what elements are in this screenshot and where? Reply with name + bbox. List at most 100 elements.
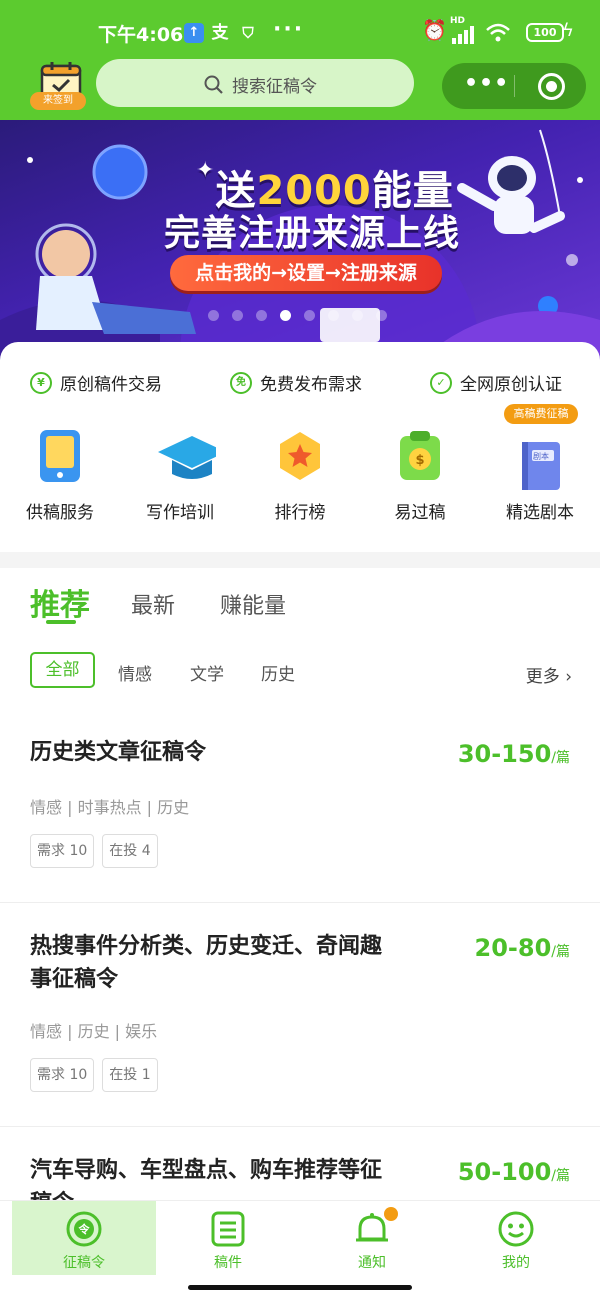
price-unit: /篇 [551, 944, 570, 960]
post-price: 20-80/篇 [475, 934, 570, 962]
tab-recommend[interactable]: 推荐 [30, 580, 90, 624]
main-tabs: 推荐 最新 赚能量 [0, 578, 600, 628]
bottom-nav: 令 征稿令 稿件 通知 我的 [0, 1200, 600, 1275]
alarm-icon: ⏰ [422, 18, 447, 42]
star-badge-icon [280, 432, 320, 480]
battery-indicator: 100 [526, 23, 564, 42]
section-spacer [0, 552, 600, 568]
post-stats: 需求 10 在投 1 [30, 1058, 158, 1092]
nav-label: 征稿令 [63, 1255, 105, 1271]
charging-icon: ϟ [562, 20, 574, 41]
service-training[interactable]: 写作培训 [120, 422, 240, 532]
shield-icon: ⛉ [242, 24, 254, 42]
tab-active-indicator [46, 620, 76, 624]
price-value: 30-150 [457, 740, 552, 768]
feature-label: 全网原创认证 [460, 375, 562, 395]
pagination-dot[interactable] [232, 310, 243, 321]
feature-strip: ¥ 原创稿件交易 免 免费发布需求 ✓ 全网原创认证 [0, 370, 600, 398]
post-categories: 情感 | 历史 | 娱乐 [30, 1022, 158, 1041]
free-icon: 免 [230, 371, 252, 394]
manuscript-icon [211, 1211, 245, 1247]
search-placeholder: 搜索征稿令 [232, 77, 317, 97]
price-value: 20-80 [474, 934, 552, 962]
script-book-icon [522, 442, 560, 490]
filter-history[interactable]: 历史 [261, 660, 295, 685]
high-fee-badge: 高稿费征稿 [504, 404, 578, 424]
more-label: 更多 [525, 667, 560, 687]
nav-label: 稿件 [214, 1255, 242, 1271]
demand-chip: 需求 10 [30, 1058, 95, 1092]
tab-latest[interactable]: 最新 [131, 588, 175, 620]
list-divider [0, 1126, 600, 1127]
more-categories-button[interactable]: 更多 › [526, 662, 572, 687]
service-ranking[interactable]: 排行榜 [240, 422, 360, 532]
wifi-icon [486, 23, 510, 42]
header-bar: 下午4:06 ↑ 支 ⛉ ··· ⏰ HD 100 ϟ 来签到 搜索征稿令 ••… [0, 0, 600, 120]
filter-literature[interactable]: 文学 [190, 660, 224, 685]
script-book-label: 剧本 [533, 452, 549, 461]
post-price: 30-150/篇 [458, 740, 570, 768]
checkin-label[interactable]: 来签到 [30, 92, 86, 110]
nav-notifications[interactable]: 通知 [300, 1201, 444, 1275]
chevron-right-icon: › [565, 667, 572, 687]
feature-certify: ✓ 全网原创认证 [430, 370, 562, 395]
list-divider [0, 902, 600, 903]
nav-label: 我的 [502, 1255, 530, 1271]
pagination-dot[interactable] [304, 310, 315, 321]
nav-call-for-papers[interactable]: 令 征稿令 [12, 1201, 156, 1275]
banner-cta[interactable]: 点击我的→设置→注册来源 [170, 255, 442, 291]
feature-free-post: 免 免费发布需求 [230, 370, 362, 395]
search-icon [204, 75, 223, 94]
pagination-dot[interactable] [256, 310, 267, 321]
service-label: 写作培训 [146, 503, 214, 523]
money-clipboard-icon: $ [400, 431, 440, 480]
call-for-papers-icon: 令 [66, 1211, 102, 1247]
post-card[interactable]: 热搜事件分析类、历史变迁、奇闻趣事征稿令 20-80/篇 情感 | 历史 | 娱… [0, 930, 600, 1110]
upload-icon: ↑ [184, 23, 204, 43]
shield-check-icon: ✓ [430, 371, 452, 394]
post-card[interactable]: 汽车导购、车型盘点、购车推荐等征稿令 50-100/篇 [0, 1154, 600, 1200]
demand-chip: 需求 10 [30, 834, 95, 868]
banner-sparkle-icon: ✦ [196, 158, 216, 183]
post-card[interactable]: 历史类文章征稿令 30-150/篇 情感 | 时事热点 | 历史 需求 10 在… [0, 736, 600, 896]
service-scripts[interactable]: 剧本 精选剧本 [480, 422, 600, 532]
pagination-dot[interactable] [208, 310, 219, 321]
pagination-dot[interactable] [328, 310, 339, 321]
service-label: 排行榜 [274, 503, 326, 523]
alipay-icon: 支 [211, 23, 229, 43]
post-price: 50-100/篇 [458, 1158, 570, 1186]
more-options-icon[interactable]: ••• [464, 71, 509, 96]
price-unit: /篇 [551, 750, 570, 766]
price-value: 50-100 [457, 1158, 552, 1186]
service-label: 供稿服务 [26, 503, 94, 523]
service-easy-pass[interactable]: $ 易过稿 [360, 422, 480, 532]
feature-label: 原创稿件交易 [60, 375, 162, 395]
submitted-chip: 在投 4 [102, 834, 158, 868]
feature-trade: ¥ 原创稿件交易 [30, 370, 162, 395]
price-unit: /篇 [551, 1168, 570, 1184]
status-bar: 下午4:06 ↑ 支 ⛉ ··· ⏰ HD 100 ϟ [0, 16, 600, 52]
pagination-dot[interactable] [376, 310, 387, 321]
yuan-icon: ¥ [30, 371, 52, 394]
status-more-icon: ··· [273, 17, 305, 42]
search-bar[interactable]: 搜索征稿令 [96, 59, 414, 107]
nav-profile[interactable]: 我的 [444, 1201, 588, 1275]
home-indicator [188, 1285, 412, 1290]
promo-banner[interactable]: ✦送2000能量 完善注册来源上线 点击我的→设置→注册来源 [0, 120, 600, 360]
tab-earn-energy[interactable]: 赚能量 [220, 588, 286, 620]
filter-emotion[interactable]: 情感 [118, 660, 152, 685]
pagination-dot[interactable] [280, 310, 291, 321]
close-miniprogram-icon[interactable] [538, 73, 565, 100]
svg-text:令: 令 [78, 1222, 91, 1236]
service-supply[interactable]: 供稿服务 [0, 422, 120, 532]
feature-label: 免费发布需求 [260, 375, 362, 395]
service-label: 易过稿 [394, 503, 446, 523]
signal-icon [452, 26, 474, 44]
notification-dot [384, 1207, 398, 1221]
banner-subheadline: 完善注册来源上线 [164, 213, 461, 254]
service-label: 精选剧本 [506, 503, 574, 523]
filter-all[interactable]: 全部 [30, 652, 95, 688]
pagination-dot[interactable] [352, 310, 363, 321]
post-categories: 情感 | 时事热点 | 历史 [30, 798, 190, 817]
nav-manuscripts[interactable]: 稿件 [156, 1201, 300, 1275]
